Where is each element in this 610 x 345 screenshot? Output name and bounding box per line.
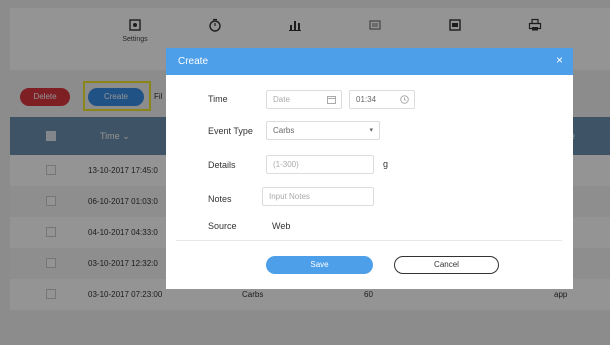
time-label: Time xyxy=(208,94,228,104)
cancel-button[interactable]: Cancel xyxy=(394,256,499,274)
date-placeholder: Date xyxy=(273,95,290,104)
dialog-title: Create xyxy=(178,56,209,67)
notes-placeholder: Input Notes xyxy=(269,192,310,201)
dialog-divider xyxy=(176,240,562,241)
details-label: Details xyxy=(208,160,236,170)
notes-label: Notes xyxy=(208,194,232,204)
save-button[interactable]: Save xyxy=(266,256,373,274)
date-input[interactable]: Date xyxy=(266,90,342,109)
details-placeholder: (1-300) xyxy=(273,160,299,169)
clock-icon xyxy=(400,95,409,104)
source-label: Source xyxy=(208,221,237,231)
time-value: 01:34 xyxy=(356,95,377,104)
calendar-icon xyxy=(327,96,336,104)
chevron-down-icon: ▾ xyxy=(369,127,373,134)
source-value: Web xyxy=(272,221,291,231)
notes-input[interactable]: Input Notes xyxy=(262,187,374,206)
details-input[interactable]: (1-300) xyxy=(266,155,374,174)
details-unit: g xyxy=(383,159,389,169)
event-type-select[interactable]: Carbs ▾ xyxy=(266,121,380,140)
dialog-header: Create × xyxy=(166,48,573,75)
create-dialog: Create × Time Date 01:34 Event Type Carb… xyxy=(166,48,573,289)
time-input[interactable]: 01:34 xyxy=(349,90,415,109)
event-type-value: Carbs xyxy=(273,126,295,135)
event-type-label: Event Type xyxy=(208,126,253,136)
close-icon[interactable]: × xyxy=(556,54,563,66)
